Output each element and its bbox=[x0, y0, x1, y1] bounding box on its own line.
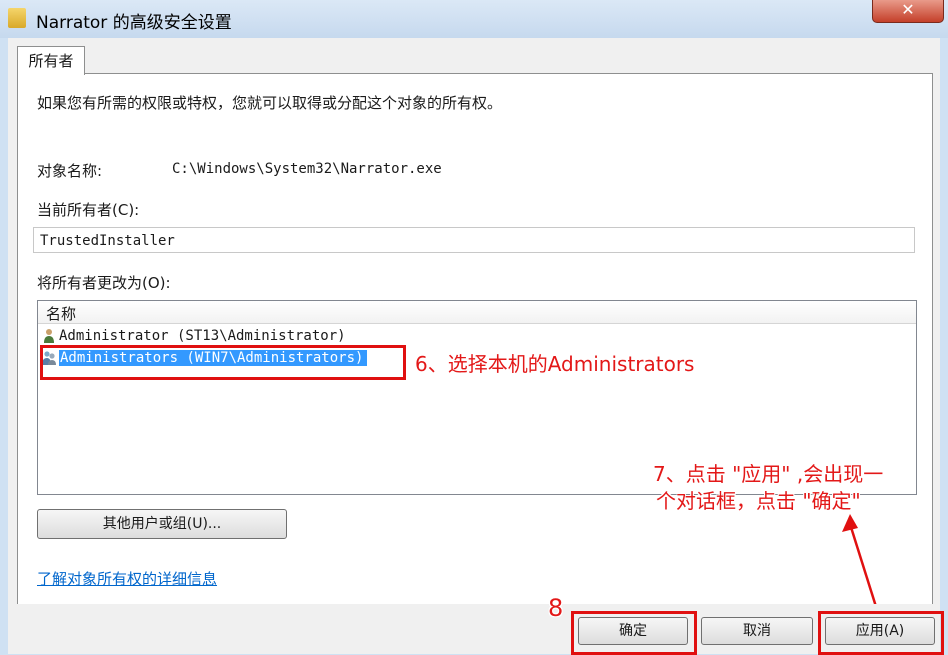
change-owner-label: 将所有者更改为(O): bbox=[37, 274, 171, 292]
user-icon bbox=[44, 329, 54, 343]
annotation-step6: 6、选择本机的Administrators bbox=[415, 352, 695, 376]
list-column-header[interactable]: 名称 bbox=[38, 301, 916, 324]
learn-more-link[interactable]: 了解对象所有权的详细信息 bbox=[37, 568, 217, 589]
annotation-step8: 8 bbox=[548, 594, 564, 622]
object-name-value: C:\Windows\System32\Narrator.exe bbox=[172, 161, 442, 177]
description-text: 如果您有所需的权限或特权，您就可以取得或分配这个对象的所有权。 bbox=[37, 94, 503, 112]
title-bar: Narrator 的高级安全设置 ✕ bbox=[0, 0, 948, 38]
apply-button[interactable]: 应用(A) bbox=[825, 617, 935, 645]
annotation-box-step6 bbox=[40, 345, 406, 380]
annotation-step7-line1: 7、点击 "应用" ,会出现一 bbox=[653, 462, 884, 486]
cancel-button[interactable]: 取消 bbox=[701, 617, 813, 645]
current-owner-field: TrustedInstaller bbox=[33, 227, 915, 253]
object-name-label: 对象名称: bbox=[37, 162, 103, 180]
close-button[interactable]: ✕ bbox=[872, 0, 944, 23]
current-owner-label: 当前所有者(C): bbox=[37, 201, 140, 219]
annotation-arrow bbox=[842, 514, 880, 614]
list-item-label: Administrator (ST13\Administrator) bbox=[59, 328, 346, 344]
folder-icon bbox=[8, 8, 26, 28]
tab-owner[interactable]: 所有者 bbox=[17, 46, 85, 75]
ok-button[interactable]: 确定 bbox=[578, 617, 688, 645]
window-title: Narrator 的高级安全设置 bbox=[36, 13, 232, 33]
column-name-label: 名称 bbox=[46, 305, 77, 323]
other-users-button[interactable]: 其他用户或组(U)... bbox=[37, 509, 287, 539]
annotation-step7-line2: 个对话框，点击 "确定" bbox=[656, 489, 861, 513]
